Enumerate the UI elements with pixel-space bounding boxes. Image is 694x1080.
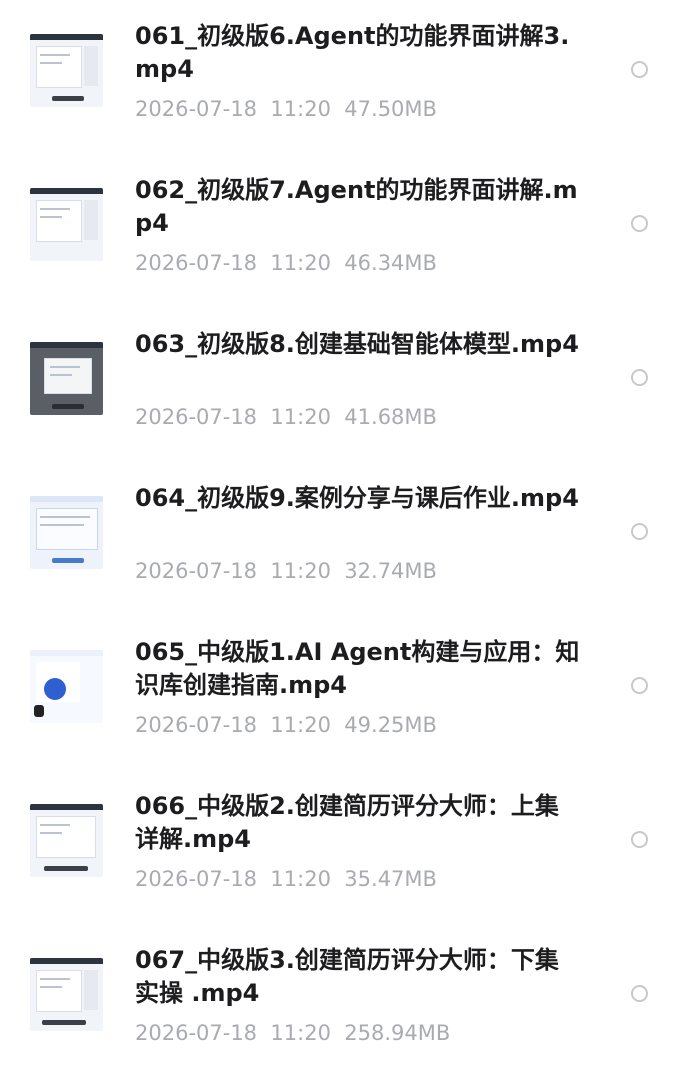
thumbnail-titlebar [30,188,103,194]
list-item[interactable]: 063_初级版8.创建基础智能体模型.mp4 2026-07-18 11:20 … [0,308,694,462]
thumbnail-titlebar [30,804,103,810]
file-size: 49.25MB [344,713,437,737]
thumbnail-line [40,516,90,518]
file-meta: 2026-07-18 11:20 46.34MB [135,248,437,278]
file-list: 061_初级版6.Agent的功能界面讲解3.mp4 2026-07-18 11… [0,0,694,1080]
video-thumbnail[interactable] [30,188,103,261]
video-thumbnail[interactable] [30,804,103,877]
select-radio-button[interactable] [631,831,648,848]
thumbnail-line [40,54,70,56]
file-name: 061_初级版6.Agent的功能界面讲解3.mp4 [135,22,570,83]
thumbnail-titlebar [30,34,103,40]
thumbnail-pane [36,970,82,1012]
file-name: 063_初级版8.创建基础智能体模型.mp4 [135,330,579,358]
thumbnail-titlebar [30,958,103,964]
thumbnail-titlebar [30,342,103,348]
file-time: 11:20 [270,713,331,737]
select-radio-button[interactable] [631,369,648,386]
thumbnail-line [40,216,62,218]
video-thumbnail[interactable] [30,34,103,107]
thumbnail-pane [36,46,82,88]
file-name: 067_中级版3.创建简历评分大师：下集实操 .mp4 [135,946,559,1007]
file-time: 11:20 [270,867,331,891]
select-radio-button[interactable] [631,985,648,1002]
thumbnail-pane [36,508,98,550]
thumbnail-footer [52,558,84,563]
thumbnail-line [40,824,70,826]
file-meta: 2026-07-18 11:20 47.50MB [135,94,437,124]
thumbnail-sidebar [84,200,98,240]
thumbnail-footer [52,404,84,409]
file-meta: 2026-07-18 11:20 41.68MB [135,402,437,432]
list-item[interactable]: 066_中级版2.创建简历评分大师：上集详解.mp4 2026-07-18 11… [0,770,694,924]
thumbnail-header [30,650,103,656]
file-size: 46.34MB [344,251,437,275]
thumbnail-line [40,62,62,64]
select-radio-button[interactable] [631,61,648,78]
thumbnail-line [40,208,70,210]
file-meta: 2026-07-18 11:20 35.47MB [135,864,437,894]
list-item[interactable]: 064_初级版9.案例分享与课后作业.mp4 2026-07-18 11:20 … [0,462,694,616]
thumbnail-line [40,832,62,834]
thumbnail-pane [36,200,82,242]
file-date: 2026-07-18 [135,1021,258,1045]
thumbnail-dialog [44,358,92,394]
file-size: 32.74MB [344,559,437,583]
thumbnail-footer [42,1020,86,1025]
file-size: 41.68MB [344,405,437,429]
file-name: 064_初级版9.案例分享与课后作业.mp4 [135,484,579,512]
select-radio-button[interactable] [631,677,648,694]
file-date: 2026-07-18 [135,713,258,737]
thumbnail-sidebar [84,46,98,86]
video-thumbnail[interactable] [30,958,103,1031]
thumbnail-line [40,524,84,526]
video-thumbnail[interactable] [30,650,103,723]
file-size: 258.94MB [344,1021,451,1045]
list-item[interactable]: 061_初级版6.Agent的功能界面讲解3.mp4 2026-07-18 11… [0,0,694,154]
video-thumbnail[interactable] [30,496,103,569]
thumbnail-footer [44,866,88,871]
file-date: 2026-07-18 [135,405,258,429]
file-time: 11:20 [270,97,331,121]
file-name: 066_中级版2.创建简历评分大师：上集详解.mp4 [135,792,559,853]
file-date: 2026-07-18 [135,97,258,121]
select-radio-button[interactable] [631,523,648,540]
file-meta: 2026-07-18 11:20 32.74MB [135,556,437,586]
file-time: 11:20 [270,559,331,583]
thumbnail-sidebar [84,970,98,1010]
file-date: 2026-07-18 [135,559,258,583]
file-meta: 2026-07-18 11:20 49.25MB [135,710,437,740]
thumbnail-diagram-node [44,678,66,700]
file-name: 065_中级版1.AI Agent构建与应用：知识库创建指南.mp4 [135,638,580,699]
file-time: 11:20 [270,405,331,429]
file-time: 11:20 [270,251,331,275]
file-date: 2026-07-18 [135,251,258,275]
list-item[interactable]: 062_初级版7.Agent的功能界面讲解.mp4 2026-07-18 11:… [0,154,694,308]
file-meta: 2026-07-18 11:20 258.94MB [135,1018,450,1048]
thumbnail-line [40,986,62,988]
thumbnail-pane [36,816,96,858]
select-radio-button[interactable] [631,215,648,232]
thumbnail-presenter [34,705,44,717]
list-item[interactable]: 065_中级版1.AI Agent构建与应用：知识库创建指南.mp4 2026-… [0,616,694,770]
thumbnail-header [30,496,103,502]
list-item[interactable]: 067_中级版3.创建简历评分大师：下集实操 .mp4 2026-07-18 1… [0,924,694,1078]
thumbnail-line [40,978,70,980]
video-thumbnail[interactable] [30,342,103,415]
thumbnail-line [50,366,80,368]
file-time: 11:20 [270,1021,331,1045]
file-name: 062_初级版7.Agent的功能界面讲解.mp4 [135,176,578,237]
thumbnail-line [50,374,72,376]
file-date: 2026-07-18 [135,867,258,891]
file-size: 35.47MB [344,867,437,891]
file-size: 47.50MB [344,97,437,121]
thumbnail-footer [52,96,84,101]
